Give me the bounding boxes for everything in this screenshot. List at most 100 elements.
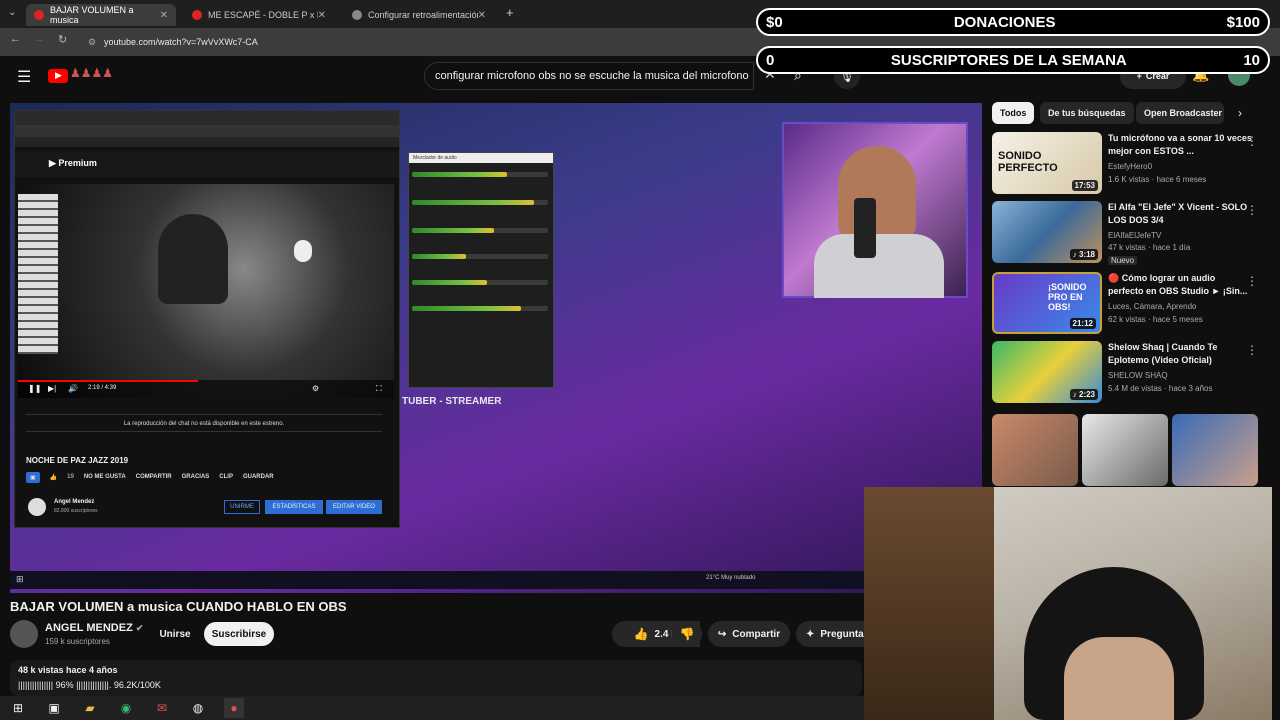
captured-tab-bar — [15, 111, 399, 125]
recording-app-icon[interactable]: ● — [224, 698, 244, 718]
duration-badge: 17:53 — [1071, 180, 1098, 191]
channel-name[interactable]: ANGEL MENDEZ ✔ — [45, 622, 143, 634]
mail-icon[interactable]: ✉ — [152, 698, 172, 718]
search-input[interactable]: configurar microfono obs no se escuche l… — [424, 62, 754, 90]
logo-doodle-icon: ♟♟♟♟ — [70, 66, 114, 80]
duration-badge: 21:12 — [1069, 318, 1096, 329]
more-options-icon[interactable]: ⋮ — [1246, 274, 1258, 288]
thumbnail: SONIDO PERFECTO 17:53 — [992, 132, 1102, 194]
share-icon: ↪ — [717, 628, 727, 640]
url-field[interactable]: ⚙ youtube.com/watch?v=7wVvXWc7-CA — [84, 32, 764, 52]
site-info-icon[interactable]: ⚙ — [88, 32, 96, 52]
ask-label: Preguntar — [820, 628, 868, 640]
captured-share: COMPARTIR — [135, 474, 172, 480]
join-button[interactable]: Unirse — [150, 622, 200, 646]
person-silhouette — [158, 214, 228, 304]
close-icon[interactable]: ✕ — [160, 10, 168, 21]
ask-button[interactable]: ✦ Preguntar — [796, 621, 868, 647]
mixer-channel — [412, 200, 548, 205]
close-icon[interactable]: ✕ — [318, 10, 326, 21]
progress-fill — [18, 380, 198, 382]
more-options-icon[interactable]: ⋮ — [1246, 134, 1258, 148]
channel-avatar[interactable] — [10, 620, 38, 648]
donations-label: DONACIONES — [953, 13, 1056, 31]
mixer-channel — [412, 280, 548, 285]
chip-todos[interactable]: Todos — [992, 102, 1035, 124]
rec-title: El Alfa "El Jefe" X Vicent - SOLO LOS DO… — [1108, 202, 1248, 225]
thumbnail: ♪ 2:23 — [992, 341, 1102, 403]
captured-stats: ESTADÍSTICAS — [265, 500, 323, 514]
video-title: BAJAR VOLUMEN a musica CUANDO HABLO EN O… — [10, 599, 347, 614]
close-icon[interactable]: ✕ — [478, 10, 486, 21]
channel-name-text: ANGEL MENDEZ — [45, 622, 133, 634]
channel-subscribers: 159 k suscriptores — [45, 637, 110, 646]
file-explorer-icon[interactable]: ▰ — [80, 698, 100, 718]
like-icon: 👍 — [49, 474, 58, 481]
face-shape — [1064, 637, 1174, 720]
chevron-right-icon[interactable]: › — [1238, 106, 1242, 120]
list-item[interactable]: SONIDO PERFECTO 17:53 Tu micrófono va a … — [992, 132, 1272, 194]
captured-edit: EDITAR VIDEO — [326, 500, 382, 514]
next-icon: ▶| — [48, 384, 57, 393]
new-badge: Nuevo — [1108, 256, 1138, 265]
captured-title: NOCHE DE PAZ JAZZ 2019 — [26, 456, 129, 465]
piano-keys — [18, 194, 58, 354]
menu-icon[interactable]: ☰ — [17, 67, 31, 87]
dislike-button[interactable]: 👎 — [672, 621, 702, 647]
captured-controls: ❚❚ ▶| 🔊 2:19 / 4:39 ⚙ ⛶ — [18, 380, 394, 398]
tab-configurar[interactable]: Configurar retroalimentación m ✕ — [344, 4, 494, 26]
captured-bookmarks-bar — [15, 137, 399, 147]
back-icon[interactable]: ← — [10, 33, 21, 45]
list-item[interactable]: ♪ 2:23 Shelow Shaq | Cuando Te Eplotemo … — [992, 341, 1272, 403]
share-label: Compartir — [732, 628, 781, 640]
more-options-icon[interactable]: ⋮ — [1246, 203, 1258, 217]
chrome-icon[interactable]: ◉ — [116, 698, 136, 718]
volume-icon: 🔊 — [68, 384, 78, 393]
tab-label: BAJAR VOLUMEN a musica — [50, 5, 134, 25]
captured-channel-avatar — [28, 498, 46, 516]
view-count: 48 k vistas hace 4 años — [18, 665, 118, 675]
sparkle-icon: ✦ — [806, 628, 815, 640]
thumbnail: ♪ 3:18 — [992, 201, 1102, 263]
facecam-streamer — [782, 122, 968, 298]
task-view-icon[interactable]: ▣ — [44, 698, 64, 718]
windows-start-icon[interactable]: ⊞ — [8, 698, 28, 718]
chip-de-tus-busquedas[interactable]: De tus búsquedas — [1040, 102, 1134, 124]
thumbnail[interactable] — [1172, 414, 1258, 486]
rec-meta: 47 k vistas · hace 1 día — [1108, 243, 1191, 252]
tab-bajar-volumen[interactable]: BAJAR VOLUMEN a musica ✕ — [26, 4, 176, 26]
shirt-shape — [814, 234, 944, 298]
captured-time: 2:19 / 4:39 — [88, 385, 117, 391]
tab-list-icon[interactable]: ⌄ — [8, 7, 16, 18]
forward-icon[interactable]: → — [34, 33, 45, 45]
captured-likes: 19 — [67, 474, 74, 480]
youtube-logo[interactable]: ▶ — [48, 69, 68, 83]
thumbnail[interactable] — [992, 414, 1078, 486]
mixer-channel — [412, 228, 548, 233]
chip-obs[interactable]: Open Broadcaster S — [1136, 102, 1224, 124]
subs-goal: 10 — [1243, 51, 1260, 69]
thumbnail[interactable] — [1082, 414, 1168, 486]
description-box[interactable]: 48 k vistas hace 4 años ||||||||||||||| … — [10, 660, 862, 696]
captured-action-row: ▣ 👍 19 NO ME GUSTA COMPARTIR GRACIAS CLI… — [26, 470, 386, 484]
list-item[interactable]: ¡SONIDO PRO EN OBS! 21:12 🔴 Cómo lograr … — [992, 272, 1272, 334]
share-button[interactable]: ↪ Compartir — [708, 621, 790, 647]
tab-label: ME ESCAPÉ - DOBLE P x LAUTY — [208, 10, 318, 20]
mixer-channel — [412, 172, 548, 177]
shelf-shape — [864, 487, 994, 720]
fullscreen-icon: ⛶ — [376, 384, 382, 393]
obs-audio-mixer: Mezclador de audio — [408, 152, 554, 388]
subscribe-button[interactable]: Suscribirse — [204, 622, 274, 646]
rec-title: Tu micrófono va a sonar 10 veces mejor c… — [1108, 133, 1252, 156]
captured-subs: 82.800 suscriptores — [54, 508, 98, 514]
duration-badge: ♪ 3:18 — [1069, 249, 1098, 260]
list-item[interactable]: ♪ 3:18 El Alfa "El Jefe" X Vicent - SOLO… — [992, 201, 1272, 265]
obs-icon[interactable]: ◍ — [188, 698, 208, 718]
url-text: youtube.com/watch?v=7wVvXWc7-CA — [104, 37, 258, 47]
settings-icon: ⚙ — [312, 384, 320, 393]
captured-save: GUARDAR — [242, 474, 274, 480]
new-tab-button[interactable]: + — [506, 5, 514, 20]
reload-icon[interactable]: ↻ — [58, 33, 67, 46]
more-options-icon[interactable]: ⋮ — [1246, 343, 1258, 357]
tab-me-escape[interactable]: ME ESCAPÉ - DOBLE P x LAUTY ✕ — [184, 4, 334, 26]
